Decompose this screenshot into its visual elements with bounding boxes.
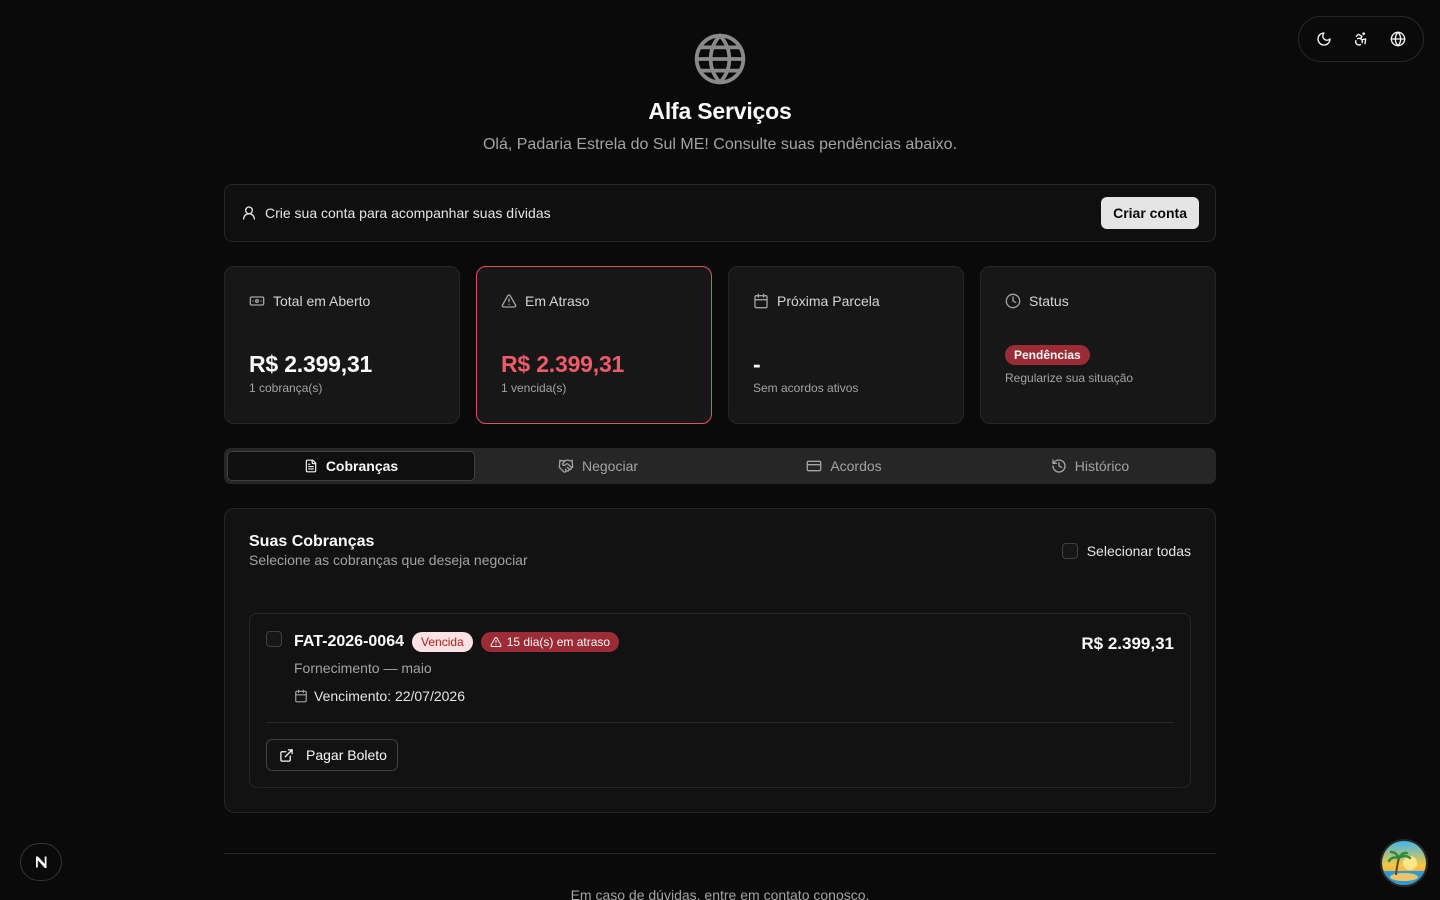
card-overdue: Em Atraso R$ 2.399,31 1 vencida(s) bbox=[476, 266, 712, 424]
card-label: Status bbox=[1029, 293, 1069, 309]
handshake-icon bbox=[558, 458, 574, 474]
select-all-toggle[interactable]: Selecionar todas bbox=[1061, 543, 1191, 559]
tab-label: Acordos bbox=[830, 458, 882, 474]
card-subtext: Regularize sua situação bbox=[1005, 371, 1134, 385]
banner-text: Crie sua conta para acompanhar suas dívi… bbox=[265, 205, 551, 221]
charges-panel: Suas Cobranças Selecione as cobranças qu… bbox=[224, 508, 1216, 813]
alert-triangle-icon bbox=[501, 293, 517, 309]
calendar-icon bbox=[753, 293, 769, 309]
charge-description: Fornecimento — maio bbox=[294, 660, 432, 676]
card-subtext: 1 cobrança(s) bbox=[249, 381, 323, 395]
card-label: Próxima Parcela bbox=[777, 293, 880, 309]
tab-label: Cobranças bbox=[325, 458, 399, 474]
divider bbox=[266, 722, 1174, 723]
select-all-checkbox[interactable] bbox=[1061, 543, 1078, 559]
credit-card-icon bbox=[806, 458, 822, 474]
avatar[interactable] bbox=[1380, 839, 1428, 887]
pay-boleto-button[interactable]: Pagar Boleto bbox=[266, 739, 398, 771]
tab-bar: Cobranças Negociar Acordos Histórico bbox=[224, 448, 1216, 484]
footer-divider bbox=[224, 853, 1216, 854]
external-link-icon bbox=[279, 748, 294, 763]
panel-subtitle: Selecione as cobranças que deseja negoci… bbox=[249, 552, 528, 568]
card-subtext: 1 vencida(s) bbox=[501, 381, 567, 395]
create-account-banner: Crie sua conta para acompanhar suas dívi… bbox=[224, 184, 1216, 242]
card-next-installment: Próxima Parcela - Sem acordos ativos bbox=[728, 266, 964, 424]
card-total-open: Total em Aberto R$ 2.399,31 1 cobrança(s… bbox=[224, 266, 460, 424]
status-badge: Pendências bbox=[1005, 345, 1090, 365]
overdue-badge: 15 dia(s) em atraso bbox=[480, 632, 620, 652]
page-title: Alfa Serviços bbox=[648, 98, 792, 124]
panel-title: Suas Cobranças bbox=[249, 533, 375, 550]
tab-historico[interactable]: Histórico bbox=[967, 451, 1213, 481]
file-text-icon bbox=[304, 459, 318, 473]
tab-negociar[interactable]: Negociar bbox=[475, 451, 721, 481]
card-value: R$ 2.399,31 bbox=[249, 351, 373, 377]
charge-code: FAT-2026-0064 bbox=[294, 633, 404, 650]
tab-cobrancas[interactable]: Cobranças bbox=[227, 451, 475, 481]
history-icon bbox=[1051, 458, 1067, 474]
card-label: Total em Aberto bbox=[273, 293, 371, 309]
tab-label: Negociar bbox=[581, 458, 639, 474]
card-label: Em Atraso bbox=[525, 293, 590, 309]
card-value: R$ 2.399,31 bbox=[501, 351, 625, 377]
charge-due-date: Vencimento: 22/07/2026 bbox=[294, 688, 465, 704]
card-subtext: Sem acordos ativos bbox=[753, 381, 859, 395]
user-icon bbox=[241, 205, 257, 221]
n-logo-icon bbox=[36, 856, 47, 868]
alert-triangle-icon bbox=[490, 636, 502, 648]
next-dev-badge[interactable] bbox=[20, 843, 62, 881]
card-status: Status Pendências Regularize sua situaçã… bbox=[980, 266, 1216, 424]
charge-checkbox[interactable] bbox=[266, 631, 282, 647]
create-account-button[interactable]: Criar conta bbox=[1101, 197, 1199, 229]
overdue-badge-text: 15 dia(s) em atraso bbox=[506, 635, 611, 649]
beach-avatar-icon bbox=[1382, 841, 1426, 885]
card-value: - bbox=[753, 351, 761, 377]
charge-item: FAT-2026-0064 Vencida 15 dia(s) em atras… bbox=[249, 613, 1191, 788]
due-date-text: Vencimento: 22/07/2026 bbox=[314, 688, 466, 704]
tab-acordos[interactable]: Acordos bbox=[721, 451, 967, 481]
page-subtitle: Olá, Padaria Estrela do Sul ME! Consulte… bbox=[482, 136, 958, 153]
tab-label: Histórico bbox=[1074, 458, 1130, 474]
charge-amount: R$ 2.399,31 bbox=[1081, 634, 1174, 653]
status-badge: Vencida bbox=[412, 632, 473, 652]
footer-text: Em caso de dúvidas, entre em contato con… bbox=[570, 887, 870, 900]
banknote-icon bbox=[249, 293, 265, 309]
pay-button-label: Pagar Boleto bbox=[306, 747, 387, 763]
clock-icon bbox=[1005, 293, 1021, 309]
calendar-icon bbox=[294, 689, 308, 703]
globe-logo-icon bbox=[692, 30, 748, 88]
page-header: Alfa Serviços Olá, Padaria Estrela do Su… bbox=[0, 30, 1440, 154]
select-all-label: Selecionar todas bbox=[1086, 543, 1191, 559]
